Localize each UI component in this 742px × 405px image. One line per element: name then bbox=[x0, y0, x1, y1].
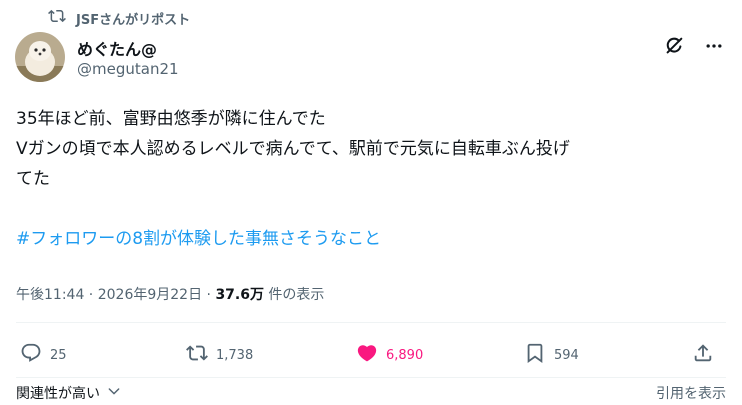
view-quotes-link[interactable]: 引用を表示 bbox=[656, 383, 726, 403]
divider bbox=[16, 322, 726, 323]
sort-dropdown[interactable]: 関連性が高い bbox=[16, 383, 122, 403]
sort-label: 関連性が高い bbox=[16, 386, 100, 402]
repost-button[interactable]: 1,738 bbox=[186, 340, 253, 370]
tweet-text-line: てた bbox=[16, 169, 50, 189]
reply-icon bbox=[20, 342, 42, 368]
more-icon[interactable] bbox=[702, 34, 726, 58]
bookmark-icon bbox=[524, 342, 546, 368]
share-button[interactable] bbox=[692, 340, 714, 370]
replies-toolbar: 関連性が高い 引用を表示 bbox=[16, 383, 726, 403]
like-button[interactable]: 6,890 bbox=[356, 340, 423, 370]
avatar[interactable] bbox=[15, 32, 65, 82]
repost-icon bbox=[48, 7, 66, 29]
tweet-text-line: Vガンの頃で本人認めるレベルで病んでて、駅前で元気に自転車ぶん投げ bbox=[16, 139, 570, 159]
repost-indicator[interactable]: JSFさんがリポスト bbox=[48, 8, 190, 28]
views-count: 37.6万 bbox=[215, 287, 264, 303]
chevron-down-icon bbox=[106, 383, 122, 403]
reply-button[interactable]: 25 bbox=[20, 340, 67, 370]
like-count: 6,890 bbox=[386, 347, 424, 363]
views-label: 件の表示 bbox=[263, 287, 325, 303]
heart-filled-icon bbox=[356, 342, 378, 368]
hashtag-link[interactable]: #フォロワーの8割が体験した事無さそうなこと bbox=[16, 224, 728, 254]
tweet-date[interactable]: 2026年9月22日 bbox=[98, 287, 202, 303]
meta-separator: · bbox=[84, 287, 98, 303]
reply-count: 25 bbox=[50, 347, 67, 363]
repost-icon bbox=[186, 342, 208, 368]
tweet-meta: 午後11:44 · 2026年9月22日 · 37.6万 件の表示 bbox=[16, 284, 324, 304]
bookmark-count: 594 bbox=[554, 347, 579, 363]
action-bar: 25 1,738 6,890 594 bbox=[0, 340, 742, 370]
share-icon bbox=[692, 342, 714, 368]
divider bbox=[16, 377, 726, 378]
tweet-header-actions bbox=[662, 34, 726, 58]
repost-label: JSFさんがリポスト bbox=[76, 12, 191, 28]
tweet-text-line: 35年ほど前、富野由悠季が隣に住んでた bbox=[16, 109, 326, 129]
tweet-text: 35年ほど前、富野由悠季が隣に住んでた Vガンの頃で本人認めるレベルで病んでて、… bbox=[16, 104, 728, 254]
meta-separator: · bbox=[202, 287, 216, 303]
tweet-time[interactable]: 午後11:44 bbox=[16, 287, 84, 303]
author-handle[interactable]: @megutan21 bbox=[77, 60, 179, 78]
repost-count: 1,738 bbox=[216, 347, 254, 363]
grok-icon[interactable] bbox=[662, 34, 686, 58]
bookmark-button[interactable]: 594 bbox=[524, 340, 579, 370]
author-display-name[interactable]: めぐたん@ bbox=[77, 36, 157, 60]
